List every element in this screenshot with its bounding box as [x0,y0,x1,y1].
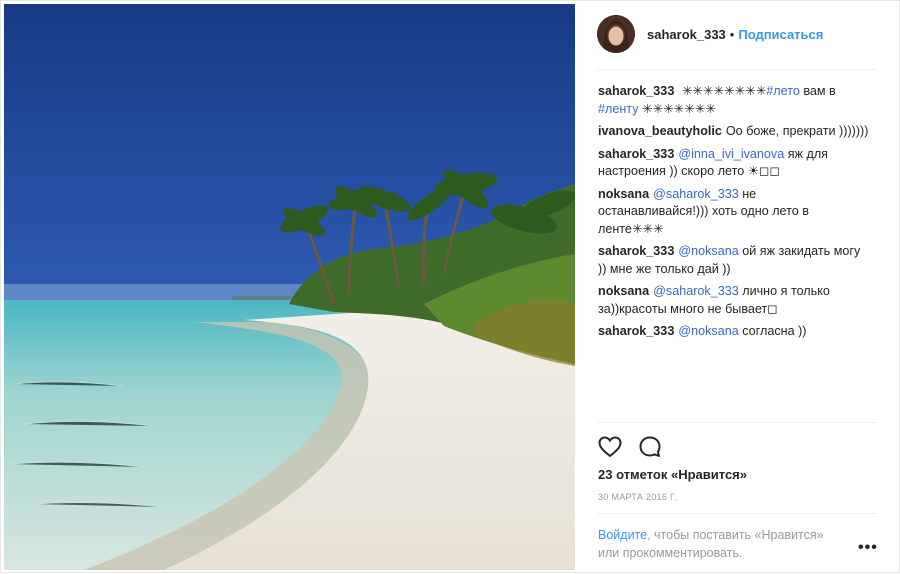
more-options-icon[interactable]: ••• [858,539,878,557]
hashtag-link[interactable]: #ленту [598,102,639,116]
comment-text: Оо боже, прекрати ))))))) [725,124,869,138]
comment-mention[interactable]: @noksana [678,324,738,338]
comment-text: согласна )) [738,324,807,338]
hashtag-link[interactable]: #лето [766,84,800,98]
follow-button[interactable]: Подписаться [738,27,823,42]
comment-username[interactable]: saharok_333 [598,147,674,161]
caption-middle: вам в [799,84,836,98]
comment-username[interactable]: saharok_333 [598,324,674,338]
instagram-post: saharok_333 • Подписаться saharok_333 ✳✳… [0,0,900,573]
likes-count[interactable]: 23 отметок «Нравится» [598,467,747,482]
comment-mention[interactable]: @saharok_333 [653,284,739,298]
post-header: saharok_333 • Подписаться [597,13,877,55]
comment-username[interactable]: noksana [598,187,649,201]
post-sidebar: saharok_333 • Подписаться saharok_333 ✳✳… [587,1,887,574]
post-username[interactable]: saharok_333 [647,27,726,42]
divider [597,422,877,423]
comment-icon[interactable] [637,434,663,460]
divider [597,69,877,70]
comment-username[interactable]: noksana [598,284,649,298]
post-actions [597,433,677,461]
comment: saharok_333 @noksana согласна )) [598,323,870,341]
comment-mention[interactable]: @saharok_333 [653,187,739,201]
comment-mention[interactable]: @noksana [678,244,738,258]
comment-username[interactable]: ivanova_beautyholic [598,124,722,138]
comment: noksana @saharok_333 не останавливайся!))… [598,186,870,239]
avatar[interactable] [597,15,635,53]
comment: saharok_333 @noksana ой яж закидать могу … [598,243,870,278]
login-prompt: Войдите, чтобы поставить «Нравится» или … [598,526,848,562]
heart-icon[interactable] [597,434,623,460]
comment: ivanova_beautyholic Оо боже, прекрати )))… [598,123,870,141]
caption-username[interactable]: saharok_333 [598,84,674,98]
comment: noksana @saharok_333 лично я только за))к… [598,283,870,318]
post-date: 30 МАРТА 2016 Г. [598,492,677,502]
caption-suffix: ✳✳✳✳✳✳✳ [638,101,716,116]
caption-prefix: ✳✳✳✳✳✳✳✳ [681,84,767,98]
beach-photo-illustration [4,4,575,570]
comment-username[interactable]: saharok_333 [598,244,674,258]
comment: saharok_333 @inna_ivi_ivanova яж для наст… [598,146,870,181]
divider [597,513,877,514]
avatar-icon [597,15,635,53]
login-link[interactable]: Войдите [598,528,647,542]
comment-mention[interactable]: @inna_ivi_ivanova [678,147,784,161]
header-text: saharok_333 • Подписаться [647,27,823,42]
caption: saharok_333 ✳✳✳✳✳✳✳✳#лето вам в #ленту ✳… [598,83,870,118]
separator-dot: • [729,26,735,42]
comments-list: saharok_333 ✳✳✳✳✳✳✳✳#лето вам в #ленту ✳… [598,83,870,346]
post-photo[interactable] [4,4,575,570]
